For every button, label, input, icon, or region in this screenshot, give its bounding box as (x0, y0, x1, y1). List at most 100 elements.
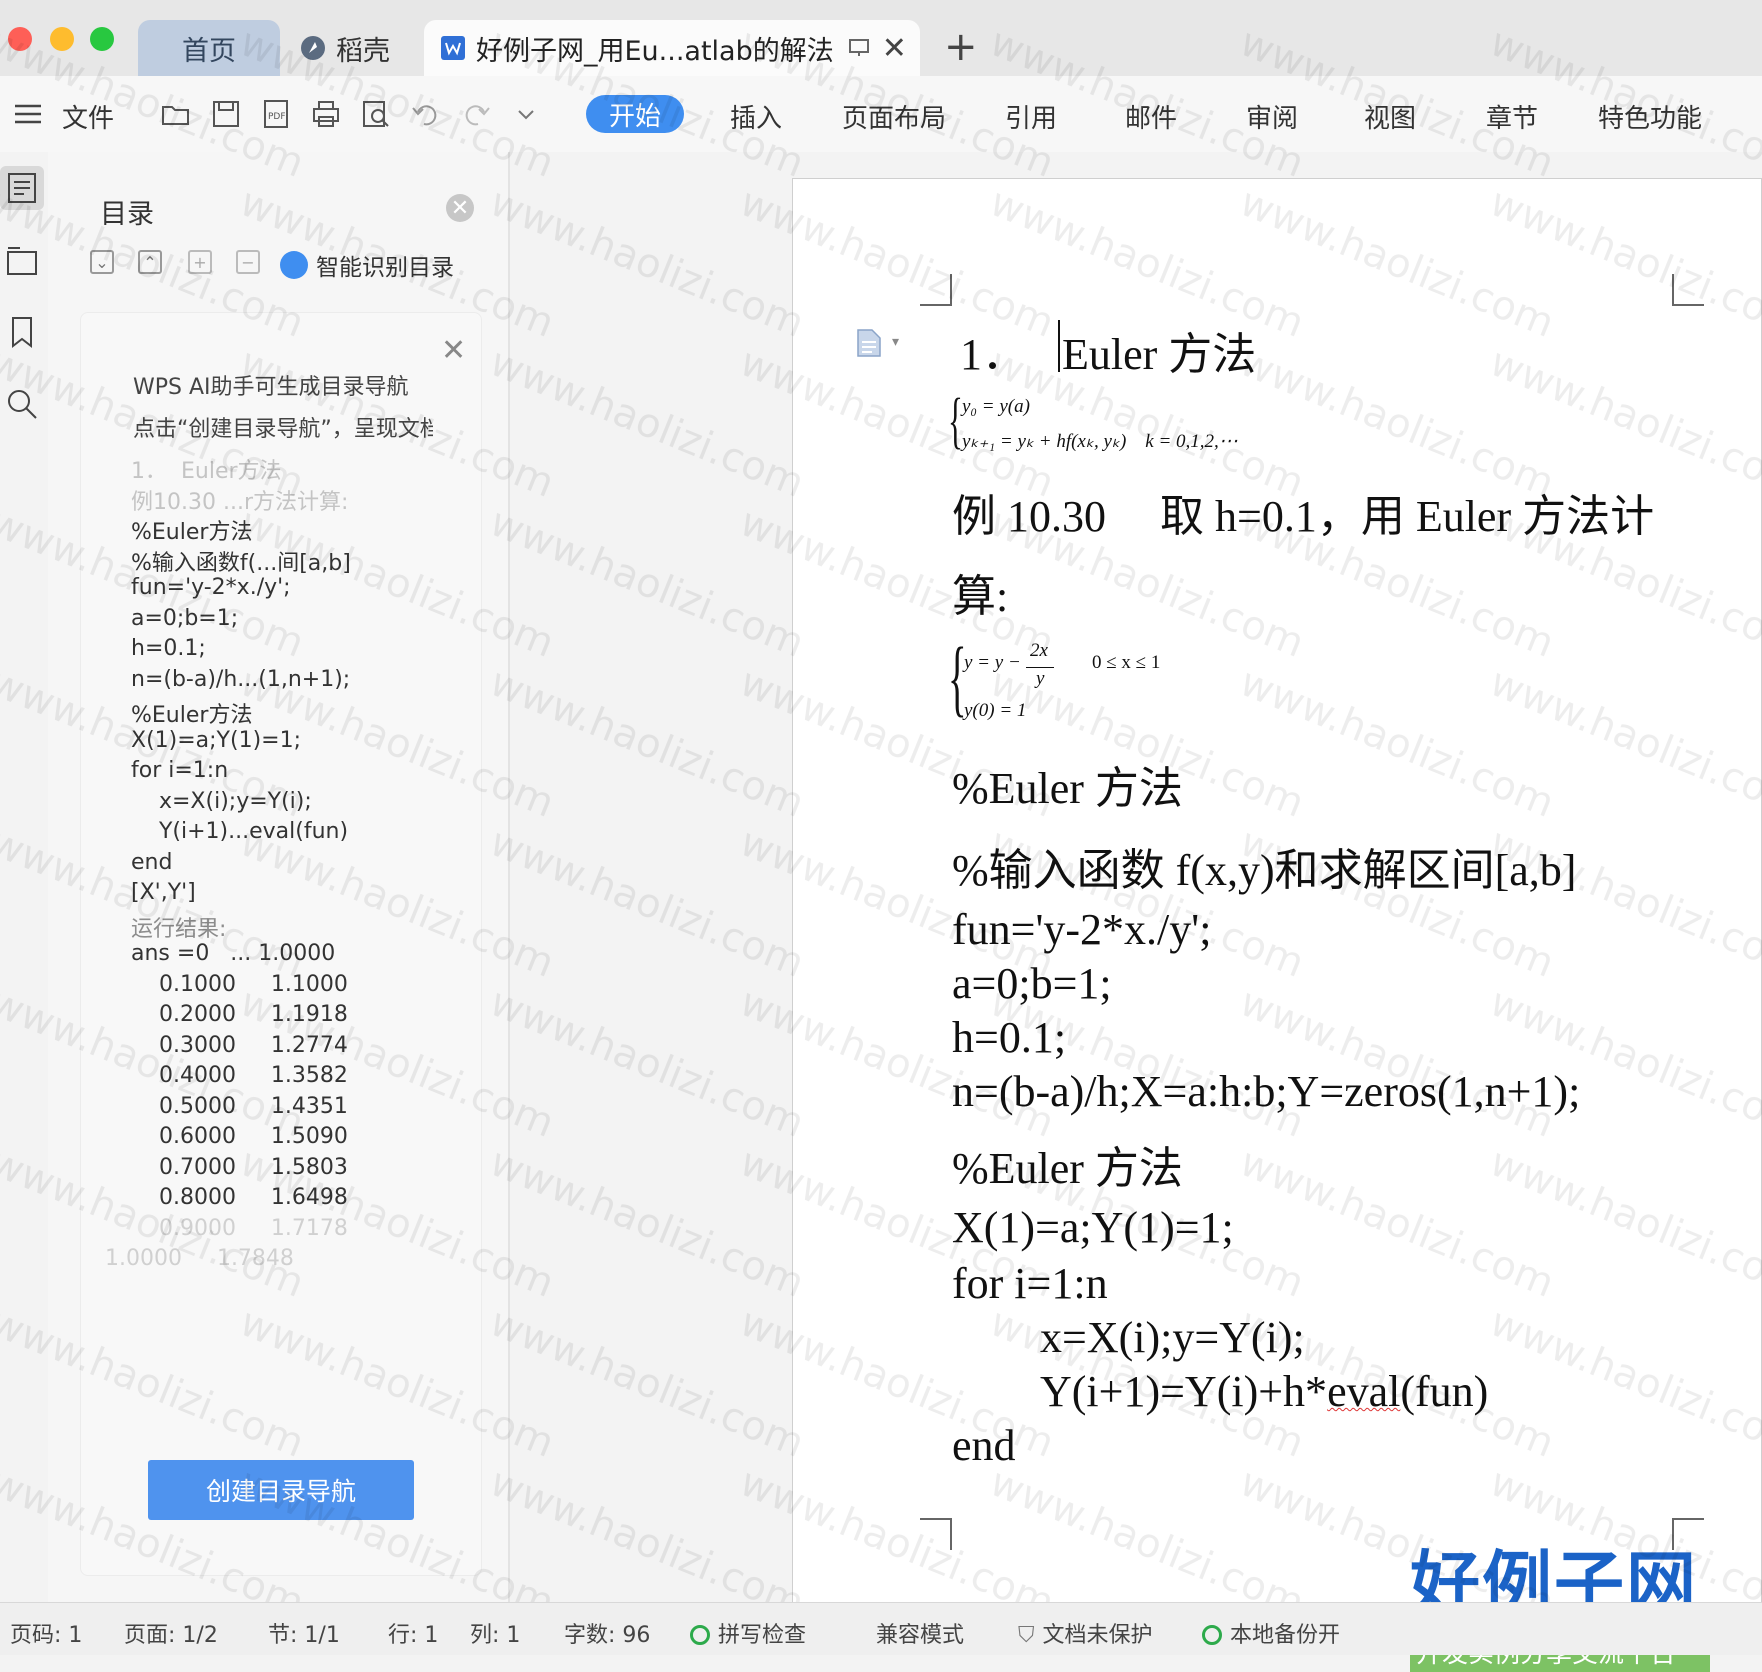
print-preview-icon[interactable] (360, 98, 392, 130)
formula-2-denominator: y (1036, 668, 1045, 689)
toc-entry[interactable]: %Euler方法 (131, 514, 252, 546)
thumbnail-icon[interactable] (2, 240, 42, 280)
menu-mail[interactable]: 邮件 (1125, 98, 1177, 135)
menu-layout[interactable]: 页面布局 (842, 98, 946, 135)
toc-entry[interactable]: 0.8000 1.6498 (131, 1185, 348, 1210)
dropdown-caret-icon[interactable]: ▾ (892, 334, 899, 350)
undo-icon[interactable] (410, 98, 442, 130)
toc-entry[interactable]: x=X(i);y=Y(i); (131, 789, 312, 814)
toc-collapse-button[interactable]: ⌃ (138, 250, 162, 274)
ai-hint-line-1: WPS AI助手可生成目录导航 (133, 375, 409, 400)
toc-entry[interactable]: Y(i+1)...eval(fun) (131, 819, 348, 844)
toc-entry[interactable]: 例10.30 ...r方法计算: (131, 484, 348, 516)
export-pdf-icon[interactable]: PDF (260, 98, 292, 130)
doc-line-part: (fun) (1400, 1367, 1489, 1416)
formula-2-range: 0 ≤ x ≤ 1 (1092, 652, 1161, 673)
display-icon[interactable] (848, 37, 870, 59)
toc-remove-level-button[interactable]: − (236, 250, 260, 274)
toc-entry[interactable]: 0.4000 1.3582 (131, 1063, 348, 1088)
doc-line: h=0.1; (952, 1013, 1067, 1062)
formula-brace: { (948, 387, 963, 455)
toc-entry[interactable]: ans =0 ... 1.0000 (131, 941, 335, 966)
heading-number: 1． (960, 330, 1026, 379)
toc-add-level-button[interactable]: + (188, 250, 212, 274)
menu-start-label: 开始 (608, 101, 661, 132)
new-tab-button[interactable]: + (944, 24, 978, 70)
doc-line: n=(b-a)/h;X=a:h:b;Y=zeros(1,n+1); (952, 1067, 1581, 1116)
hamburger-menu-icon[interactable] (12, 98, 44, 130)
toc-close-button[interactable]: ✕ (446, 194, 474, 222)
toc-panel: 目录 ✕ ⌄ ⌃ + − 智能识别目录 ✕ WPS AI助手可生成目录导航 点击… (48, 152, 510, 1602)
toc-entry[interactable]: 0.5000 1.4351 (131, 1094, 348, 1119)
menu-special[interactable]: 特色功能 (1598, 98, 1702, 135)
document-protect-status[interactable]: ⛉ 文档未保护 (1018, 1617, 1153, 1649)
title-bar: 首页 稻壳 好例子网_用Eu...atlab的解法 ✕ + (0, 0, 1762, 77)
toc-panel-icon[interactable] (2, 168, 42, 208)
toc-entry[interactable]: 0.6000 1.5090 (131, 1124, 348, 1149)
quick-access-dropdown-icon[interactable] (510, 98, 542, 130)
toc-entry[interactable]: 0.2000 1.1918 (131, 1002, 348, 1027)
toc-entry[interactable]: %Euler方法 (131, 697, 252, 729)
menu-insert[interactable]: 插入 (730, 98, 782, 135)
text-cursor (1058, 320, 1060, 372)
save-icon[interactable] (210, 98, 242, 130)
bookmark-icon[interactable] (2, 312, 42, 352)
tab-close-icon[interactable]: ✕ (882, 31, 907, 66)
spelling-error-word[interactable]: eval (1327, 1367, 1400, 1416)
doc-line: %Euler 方法 (952, 1144, 1183, 1193)
toc-entry[interactable]: h=0.1; (131, 636, 206, 661)
status-page: 页码: 1 (10, 1623, 83, 1648)
window-close-button[interactable] (8, 27, 32, 51)
left-rail (0, 152, 49, 1602)
toc-entry[interactable]: 1． Euler方法 (131, 453, 282, 485)
toc-entry[interactable]: fun='y-2*x./y'; (131, 575, 291, 600)
shield-icon: ⛉ (1018, 1623, 1035, 1648)
tab-document[interactable]: 好例子网_用Eu...atlab的解法 ✕ (424, 20, 920, 76)
print-icon[interactable] (310, 98, 342, 130)
paragraph-menu-icon[interactable] (856, 328, 882, 358)
toc-entry[interactable]: end (131, 850, 172, 875)
menu-chapter[interactable]: 章节 (1486, 98, 1538, 135)
tab-daoke-label: 稻壳 (336, 35, 390, 67)
toc-entry[interactable]: %输入函数f(...间[a,b] (131, 545, 351, 577)
window-maximize-button[interactable] (90, 27, 114, 51)
example-text: 取 h=0.1，用 Euler 方法计 (1160, 492, 1655, 541)
toc-entry[interactable]: n=(b-a)/h...(1,n+1); (131, 667, 350, 692)
smart-toc-button[interactable]: 智能识别目录 (280, 248, 454, 282)
toc-entry[interactable]: 0.7000 1.5803 (131, 1155, 348, 1180)
create-toc-label: 创建目录导航 (205, 1477, 356, 1506)
toc-entry[interactable]: 1.0000 1.7848 (105, 1246, 294, 1271)
menu-review[interactable]: 审阅 (1246, 98, 1298, 135)
toc-entry[interactable]: 运行结果: (131, 911, 226, 943)
toc-entry[interactable]: X(1)=a;Y(1)=1; (131, 728, 301, 753)
menu-view[interactable]: 视图 (1364, 98, 1416, 135)
toc-entry[interactable]: [X',Y'] (131, 880, 196, 905)
tab-daoke[interactable]: 稻壳 (292, 20, 412, 76)
tab-home-label: 首页 (182, 35, 236, 67)
doc-line: %输入函数 f(x,y)和求解区间[a,b] (952, 846, 1577, 895)
window-minimize-button[interactable] (50, 27, 74, 51)
check-icon (1202, 1625, 1222, 1645)
ai-card-close-icon[interactable]: ✕ (441, 333, 466, 368)
menu-reference[interactable]: 引用 (1005, 98, 1057, 135)
status-pages[interactable]: 页面: 1/2 (124, 1617, 218, 1649)
minus-icon: − (241, 252, 255, 272)
menu-file[interactable]: 文件 (62, 98, 114, 135)
status-words[interactable]: 字数: 96 (564, 1617, 650, 1649)
toc-expand-button[interactable]: ⌄ (90, 250, 114, 274)
toc-entry[interactable]: for i=1:n (131, 758, 228, 783)
open-folder-icon[interactable] (160, 98, 192, 130)
menu-start[interactable]: 开始 (586, 95, 684, 133)
toc-entry[interactable]: a=0;b=1; (131, 606, 238, 631)
tab-home[interactable]: 首页 (138, 20, 280, 76)
spell-check-toggle[interactable]: 拼写检查 (690, 1617, 806, 1649)
chevron-up-icon: ⌃ (143, 252, 157, 272)
toc-entry[interactable]: 0.1000 1.1000 (131, 972, 348, 997)
search-icon[interactable] (2, 384, 42, 424)
doc-line: %Euler 方法 (952, 764, 1183, 813)
local-backup-toggle[interactable]: 本地备份开 (1202, 1617, 1340, 1649)
create-toc-button[interactable]: 创建目录导航 (148, 1460, 414, 1520)
redo-icon[interactable] (460, 98, 492, 130)
toc-entry[interactable]: 0.9000 1.7178 (131, 1216, 348, 1241)
toc-entry[interactable]: 0.3000 1.2774 (131, 1033, 348, 1058)
